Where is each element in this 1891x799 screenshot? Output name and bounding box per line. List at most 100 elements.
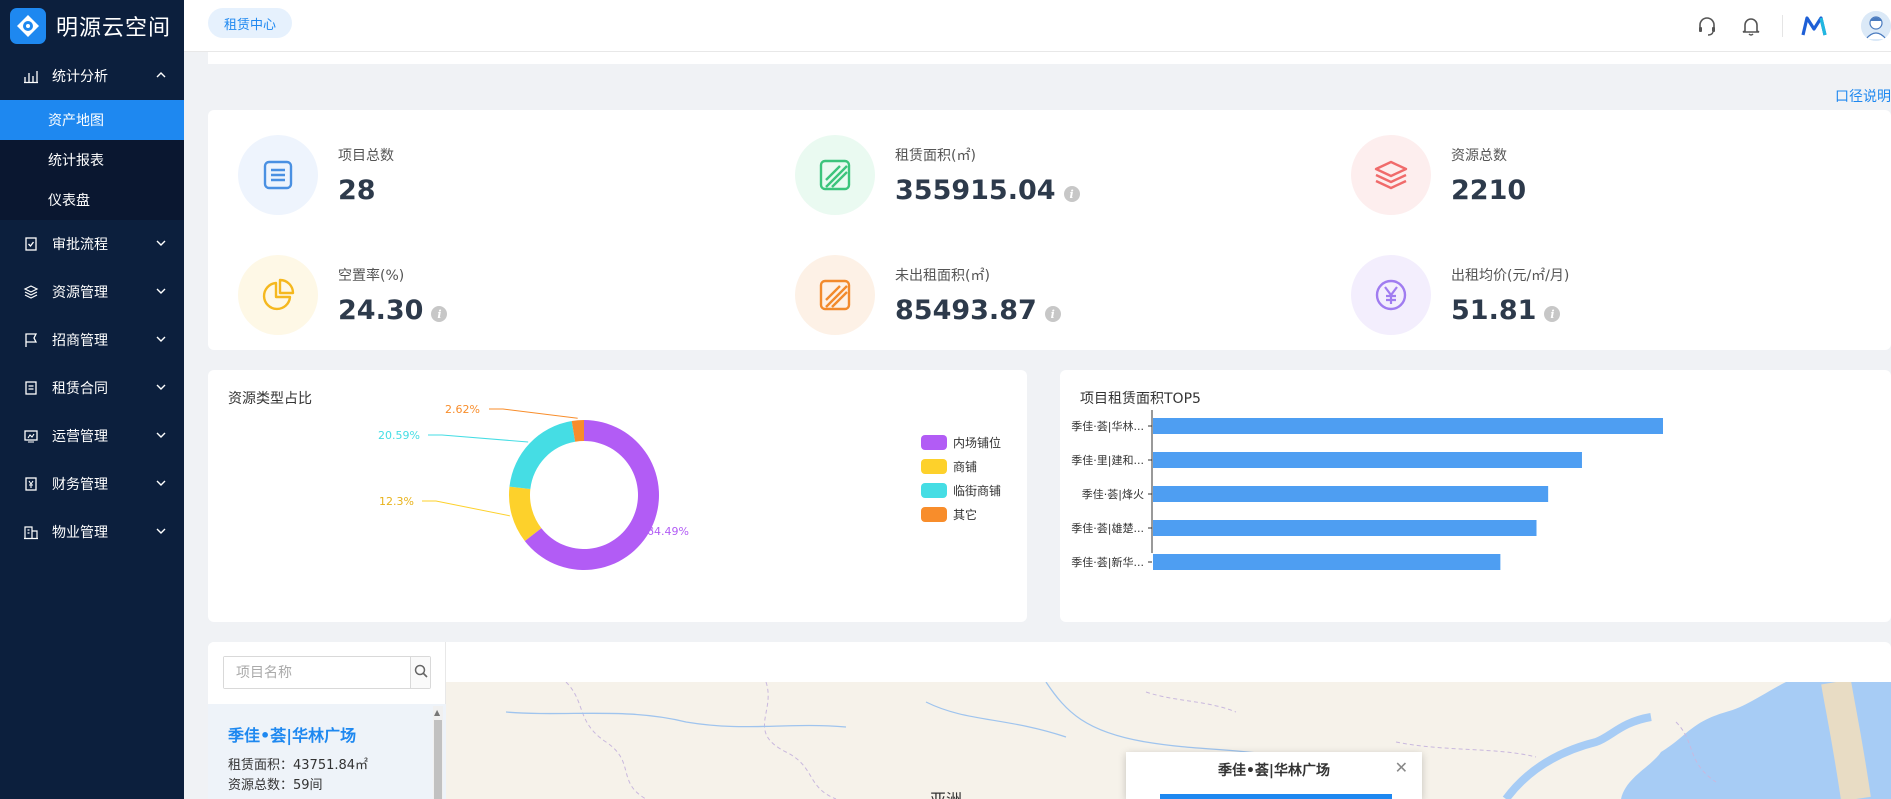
tab-leasing-center[interactable]: 租赁中心 xyxy=(208,8,293,38)
chevron-down-icon xyxy=(156,332,166,348)
bar[interactable] xyxy=(1153,486,1549,502)
sidebar-item-dashboard[interactable]: 仪表盘 xyxy=(0,180,184,220)
wallet-icon xyxy=(22,475,40,493)
brand-m-icon[interactable] xyxy=(1801,13,1827,39)
menu-group-property[interactable]: 物业管理 xyxy=(0,508,184,556)
stat-label: 资源总数 xyxy=(1451,147,1507,164)
project-panel: 季佳•荟|华林广场 租赁面积：43751.84㎡ 资源总数：59间 ▲ xyxy=(208,642,446,799)
bell-icon[interactable] xyxy=(1738,13,1764,39)
legend-swatch xyxy=(921,506,947,522)
chart-legend: 内场铺位 商铺 临街商铺 其它 xyxy=(921,430,1001,526)
leader-line xyxy=(422,500,510,517)
project-name[interactable]: 季佳•荟|华林广场 xyxy=(228,722,356,746)
bar[interactable] xyxy=(1153,418,1663,434)
menu-group-label: 租赁合同 xyxy=(52,381,108,397)
menu-group-contracts[interactable]: 租赁合同 xyxy=(0,364,184,412)
menu-group-label: 财务管理 xyxy=(52,477,108,493)
stat-value: 28 xyxy=(338,174,376,206)
chevron-down-icon xyxy=(156,524,166,540)
leader-line xyxy=(428,434,529,443)
menu-group-resources[interactable]: 资源管理 xyxy=(0,268,184,316)
stat-label: 空置率(%) xyxy=(338,267,405,284)
menu-group-finance[interactable]: 财务管理 xyxy=(0,460,184,508)
donut-slice[interactable] xyxy=(509,421,576,489)
map-popup: 季佳•荟|华林广场 ✕ xyxy=(1126,752,1422,799)
bar-chart: 季佳·荟|华林... 季佳·里|建和... 季佳·荟|烽火季佳·荟|雄楚... 季佳·… xyxy=(1071,410,1663,570)
search-button[interactable] xyxy=(410,657,430,688)
app-name: 明源云空间 xyxy=(56,16,172,41)
bar[interactable] xyxy=(1153,452,1582,468)
resource-type-chart-card: 资源类型占比 64.49% 12.3% 20.59% 2.62% 内场铺位 商铺 临街… xyxy=(208,370,1027,622)
search-icon xyxy=(414,664,428,682)
sidebar-item-reports[interactable]: 统计报表 xyxy=(0,140,184,180)
yen-icon xyxy=(1351,255,1431,335)
legend-item[interactable]: 临街商铺 xyxy=(921,478,1001,502)
stat-value: 51.81 xyxy=(1451,294,1537,326)
legend-item[interactable]: 商铺 xyxy=(921,454,1001,478)
menu-group-label: 资源管理 xyxy=(52,285,108,301)
info-icon[interactable]: i xyxy=(1063,186,1080,202)
popup-bar xyxy=(1160,794,1392,799)
donut-label: 64.49% xyxy=(647,525,689,538)
stat-label: 租赁面积(㎡) xyxy=(895,147,976,164)
legend-item[interactable]: 内场铺位 xyxy=(921,430,1001,454)
chart-icon xyxy=(22,67,40,85)
area-icon xyxy=(795,135,875,215)
chevron-down-icon xyxy=(156,284,166,300)
stat-value: 2210 xyxy=(1451,174,1527,206)
area-icon xyxy=(795,255,875,335)
scrollbar[interactable]: ▲ xyxy=(433,706,443,799)
chevron-down-icon xyxy=(156,380,166,396)
top5-bar-chart-card: 项目租赁面积TOP5 季佳·荟|华林... 季佳·里|建和... 季佳·荟|烽火 季佳… xyxy=(1060,370,1891,622)
caliber-link[interactable]: 口径说明 xyxy=(1835,86,1891,106)
y-tick-label: 季佳·荟|烽火 xyxy=(1082,487,1144,501)
headset-icon[interactable] xyxy=(1694,13,1720,39)
donut-label: 20.59% xyxy=(378,429,420,442)
menu-group-approval[interactable]: 审批流程 xyxy=(0,220,184,268)
y-tick-label: 季佳·荟|雄楚... xyxy=(1071,521,1144,535)
bar[interactable] xyxy=(1153,520,1537,536)
info-icon[interactable]: i xyxy=(431,306,448,322)
stat-unleased-area: 未出租面积(㎡) 85493.87 i xyxy=(795,250,1315,340)
close-icon[interactable]: ✕ xyxy=(1395,758,1408,777)
menu-group-label: 物业管理 xyxy=(52,525,108,541)
project-search-input[interactable] xyxy=(224,657,410,688)
bar[interactable] xyxy=(1153,554,1501,570)
stat-value: 85493.87 xyxy=(895,294,1037,326)
asset-map-card: 亚洲 季佳•荟|华林广场 租赁面积：43751.84㎡ 资源总数：59间 ▲ xyxy=(208,642,1891,799)
search-box xyxy=(223,656,431,689)
monitor-icon xyxy=(22,427,40,445)
info-icon[interactable]: i xyxy=(1044,306,1061,322)
chevron-down-icon xyxy=(156,236,166,252)
stat-value: 24.30 xyxy=(338,294,424,326)
scroll-thumb[interactable] xyxy=(434,720,442,799)
chevron-up-icon xyxy=(156,68,166,84)
layers-icon xyxy=(1351,135,1431,215)
menu-group-statistics[interactable]: 统计分析 xyxy=(0,52,184,100)
legend-swatch xyxy=(921,434,947,450)
layers-icon xyxy=(22,283,40,301)
document-icon xyxy=(22,379,40,397)
avatar[interactable] xyxy=(1861,11,1891,41)
info-icon[interactable]: i xyxy=(1544,306,1561,322)
y-tick-label: 季佳·里|建和... xyxy=(1071,453,1144,467)
map-region-label: 亚洲 xyxy=(930,786,962,799)
chevron-down-icon xyxy=(156,476,166,492)
app-logo[interactable]: 明源云空间 xyxy=(0,0,184,52)
stats-card: 项目总数 28 租赁面积(㎡) 355915.04 i 资源总数 2210 空置… xyxy=(208,110,1891,350)
menu-group-label: 统计分析 xyxy=(52,69,108,85)
stat-value: 355915.04 xyxy=(895,174,1056,206)
leader-line xyxy=(489,408,578,419)
sidebar: 明源云空间 统计分析 资产地图 统计报表 仪表盘 审批流程 资源管理 招商管理 … xyxy=(0,0,184,799)
sidebar-item-asset-map[interactable]: 资产地图 xyxy=(0,100,184,140)
menu-group-label: 审批流程 xyxy=(52,237,108,253)
legend-item[interactable]: 其它 xyxy=(921,502,1001,526)
stat-label: 出租均价(元/㎡/月) xyxy=(1451,267,1570,284)
building-icon xyxy=(22,523,40,541)
stat-label: 项目总数 xyxy=(338,147,394,164)
popup-title: 季佳•荟|华林广场 xyxy=(1217,763,1331,779)
scroll-up-icon[interactable]: ▲ xyxy=(434,708,440,717)
stat-project-count: 项目总数 28 xyxy=(238,130,758,220)
menu-group-operations[interactable]: 运营管理 xyxy=(0,412,184,460)
menu-group-leasing[interactable]: 招商管理 xyxy=(0,316,184,364)
